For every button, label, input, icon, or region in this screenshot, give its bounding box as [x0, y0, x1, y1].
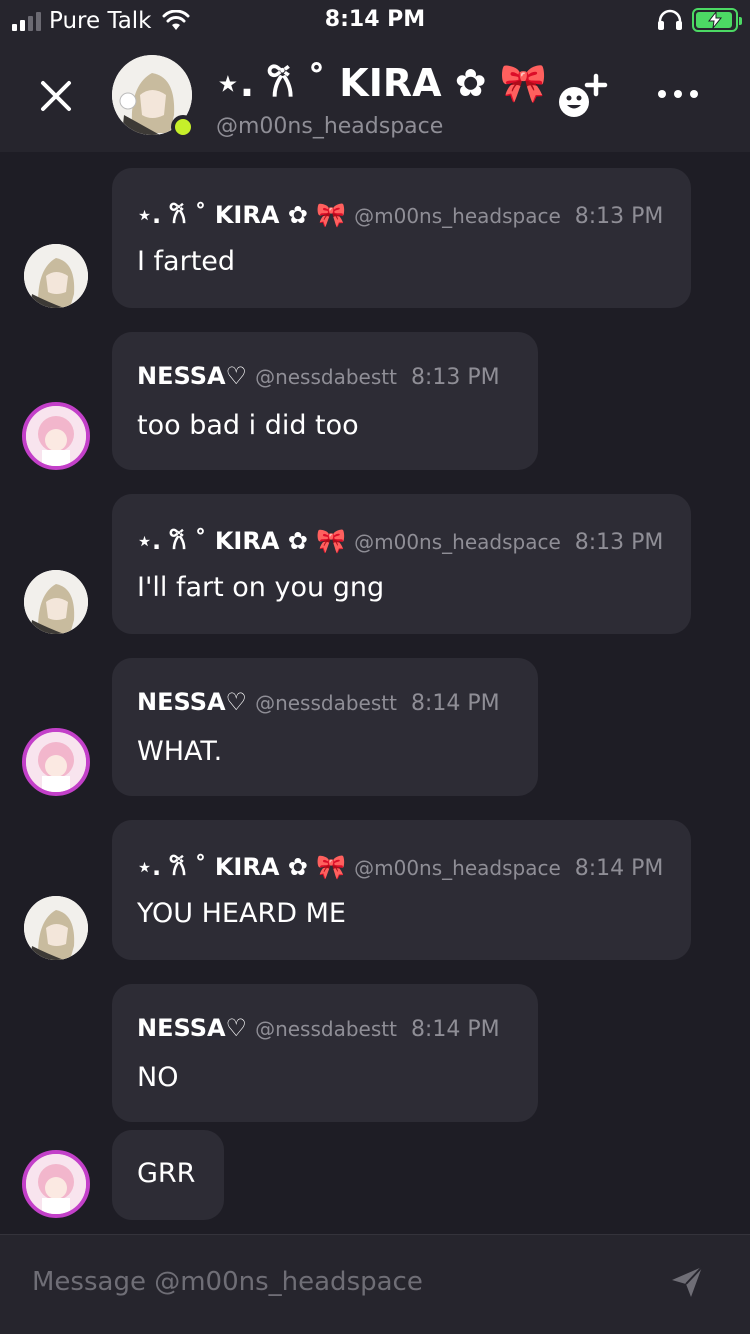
message-time: 8:13 PM [574, 530, 664, 555]
message-composer [0, 1234, 750, 1334]
avatar-kira[interactable] [24, 896, 88, 960]
message-text: NO [137, 1062, 179, 1093]
message-text: YOU HEARD ME [137, 898, 346, 929]
status-bar-right [656, 8, 742, 32]
author-name[interactable]: ⋆. 𐙚 ˚ KIRA ✿ 🎀 [137, 527, 346, 555]
message-bubble[interactable]: ⋆. 𐙚 ˚ KIRA ✿ 🎀 @m00ns_headspace 8:13 PM I… [112, 168, 691, 308]
status-bar: Pure Talk 8:14 PM [0, 0, 750, 42]
message-meta: NESSA♡ @nessdabestt 8:14 PM [137, 1014, 500, 1042]
avatar-nessa[interactable] [22, 402, 90, 470]
header-handle: @m00ns_headspace [216, 114, 444, 139]
message-meta: ⋆. 𐙚 ˚ KIRA ✿ 🎀 @m00ns_headspace 8:13 PM [137, 524, 663, 557]
message-list[interactable]: ⋆. 𐙚 ˚ KIRA ✿ 🎀 @m00ns_headspace 8:13 PM I… [0, 152, 750, 1234]
headphones-icon [658, 9, 682, 30]
avatar-kira[interactable] [24, 570, 88, 634]
message-bubble[interactable]: ⋆. 𐙚 ˚ KIRA ✿ 🎀 @m00ns_headspace 8:14 PM Y… [112, 820, 691, 960]
avatar-nessa[interactable] [22, 1150, 90, 1218]
avatar-kira[interactable] [24, 244, 88, 308]
message-meta: ⋆. 𐙚 ˚ KIRA ✿ 🎀 @m00ns_headspace 8:14 PM [137, 850, 663, 883]
message-time: 8:14 PM [574, 856, 664, 881]
message-text: too bad i did too [137, 410, 359, 441]
close-icon[interactable] [38, 78, 74, 114]
author-handle: @m00ns_headspace [354, 530, 561, 554]
message-bubble[interactable]: NESSA♡ @nessdabestt 8:13 PM too bad i did … [112, 332, 538, 470]
battery-charging-icon [692, 8, 742, 32]
status-time: 8:14 PM [324, 7, 426, 32]
message-input[interactable] [32, 1259, 632, 1305]
message-meta: NESSA♡ @nessdabestt 8:13 PM [137, 362, 500, 390]
author-handle: @nessdabestt [255, 691, 397, 715]
author-handle: @nessdabestt [255, 1017, 397, 1041]
message-time: 8:14 PM [410, 691, 500, 716]
online-status-dot [171, 115, 195, 139]
message-text: I farted [137, 246, 236, 277]
author-handle: @m00ns_headspace [354, 204, 561, 228]
message-time: 8:13 PM [574, 204, 664, 229]
message-time: 8:14 PM [410, 1017, 500, 1042]
author-handle: @m00ns_headspace [354, 856, 561, 880]
author-name[interactable]: NESSA♡ [137, 688, 247, 716]
author-name[interactable]: NESSA♡ [137, 362, 247, 390]
author-name[interactable]: ⋆. 𐙚 ˚ KIRA ✿ 🎀 [137, 853, 346, 881]
avatar-nessa[interactable] [22, 728, 90, 796]
message-bubble[interactable]: GRR [112, 1130, 224, 1220]
message-text: WHAT. [137, 736, 223, 767]
author-handle: @nessdabestt [255, 365, 397, 389]
add-friend-icon[interactable] [556, 72, 608, 120]
chat-header: ⋆. 𐙚 ˚ KIRA ✿ 🎀 @m00ns_headspace [0, 42, 750, 152]
message-time: 8:13 PM [410, 365, 500, 390]
message-bubble[interactable]: NESSA♡ @nessdabestt 8:14 PM NO [112, 984, 538, 1122]
message-text: GRR [137, 1158, 196, 1189]
author-name[interactable]: NESSA♡ [137, 1014, 247, 1042]
author-name[interactable]: ⋆. 𐙚 ˚ KIRA ✿ 🎀 [137, 201, 346, 229]
header-title: ⋆. 𐙚 ˚ KIRA ✿ 🎀 [216, 61, 548, 105]
message-meta: NESSA♡ @nessdabestt 8:14 PM [137, 688, 500, 716]
message-bubble[interactable]: NESSA♡ @nessdabestt 8:14 PM WHAT. [112, 658, 538, 796]
message-bubble[interactable]: ⋆. 𐙚 ˚ KIRA ✿ 🎀 @m00ns_headspace 8:13 PM I… [112, 494, 691, 634]
message-meta: ⋆. 𐙚 ˚ KIRA ✿ 🎀 @m00ns_headspace 8:13 PM [137, 198, 663, 231]
message-text: I'll fart on you gng [137, 572, 385, 603]
more-icon[interactable] [656, 82, 700, 106]
send-icon[interactable] [670, 1265, 704, 1299]
